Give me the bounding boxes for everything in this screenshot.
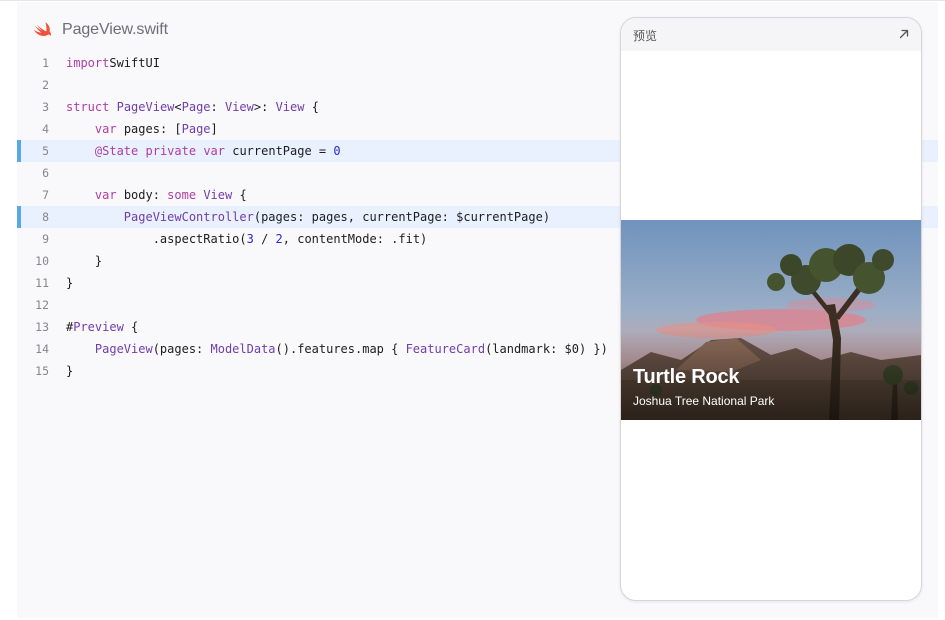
arrow-up-right-icon[interactable] bbox=[897, 27, 911, 41]
code-token: Page bbox=[181, 100, 211, 114]
code-token: (landmark: $0) }) bbox=[485, 342, 608, 356]
code-token: .aspectRatio( bbox=[66, 232, 247, 246]
line-code: PageViewController(pages: pages, current… bbox=[66, 206, 550, 228]
code-token: PageViewController bbox=[123, 210, 254, 224]
landmark-image bbox=[621, 220, 921, 420]
code-token: { bbox=[232, 188, 247, 202]
line-number: 7 bbox=[42, 188, 49, 202]
code-token: PageView bbox=[116, 100, 175, 114]
line-number: 8 bbox=[42, 210, 49, 224]
code-token: } bbox=[66, 276, 74, 290]
code-token: var bbox=[94, 122, 117, 136]
line-code: importSwiftUI bbox=[66, 52, 160, 74]
code-token: >: bbox=[253, 100, 276, 114]
code-token: : bbox=[210, 100, 225, 114]
line-number: 3 bbox=[42, 100, 49, 114]
code-token: 0 bbox=[333, 144, 341, 158]
line-number: 15 bbox=[35, 364, 49, 378]
line-code: struct PageView<Page: View>: View { bbox=[66, 96, 319, 118]
line-number: 2 bbox=[42, 78, 49, 92]
top-divider bbox=[0, 0, 945, 1]
code-token: private bbox=[145, 144, 197, 158]
line-number: 10 bbox=[35, 254, 49, 268]
code-token: import bbox=[66, 56, 110, 70]
code-token: struct bbox=[66, 100, 110, 114]
line-number: 4 bbox=[42, 122, 49, 136]
line-number: 12 bbox=[35, 298, 49, 312]
code-token: } bbox=[66, 364, 74, 378]
file-name: PageView.swift bbox=[62, 21, 168, 38]
preview-header: 预览 bbox=[621, 18, 921, 51]
line-code: #Preview { bbox=[66, 316, 138, 338]
code-token: 2 bbox=[275, 232, 283, 246]
code-token: (pages: pages, currentPage: $currentPage… bbox=[253, 210, 551, 224]
code-token: Page bbox=[181, 122, 211, 136]
code-token: View bbox=[275, 100, 305, 114]
preview-title: 预览 bbox=[633, 29, 658, 43]
line-code: } bbox=[66, 272, 73, 294]
code-token: View bbox=[224, 100, 254, 114]
line-number: 6 bbox=[42, 166, 49, 180]
code-token: PageView bbox=[94, 342, 153, 356]
file-header: PageView.swift bbox=[33, 19, 168, 41]
code-token: @State bbox=[94, 144, 139, 158]
code-token: ] bbox=[210, 122, 218, 136]
line-number: 11 bbox=[35, 276, 49, 290]
card-title: Turtle Rock bbox=[633, 366, 740, 388]
code-token: < bbox=[174, 100, 182, 114]
code-token: var bbox=[94, 188, 117, 202]
code-token: { bbox=[123, 320, 139, 334]
code-token: 3 bbox=[246, 232, 254, 246]
code-token: body: bbox=[116, 188, 168, 202]
code-token: , contentMode: .fit) bbox=[282, 232, 428, 246]
code-token: ().features.map { bbox=[275, 342, 406, 356]
code-token: } bbox=[66, 254, 103, 268]
swift-icon bbox=[33, 22, 52, 37]
code-token: View bbox=[203, 188, 233, 202]
code-token: var bbox=[203, 144, 225, 158]
line-code: PageView(pages: ModelData().features.map… bbox=[66, 338, 608, 360]
code-token: ModelData bbox=[210, 342, 276, 356]
line-code: var pages: [Page] bbox=[66, 118, 218, 140]
code-token: FeatureCard bbox=[405, 342, 486, 356]
line-code: @State private var currentPage = 0 bbox=[66, 140, 341, 162]
preview-panel: 预览 Turtle Rock Joshua Tree National Park bbox=[620, 17, 922, 601]
code-token: currentPage = bbox=[225, 144, 334, 158]
code-token: (pages: bbox=[152, 342, 211, 356]
line-number: 5 bbox=[42, 144, 49, 158]
code-token: Preview bbox=[73, 320, 124, 334]
line-code: } bbox=[66, 250, 102, 272]
line-code: var body: some View { bbox=[66, 184, 247, 206]
line-number: 14 bbox=[35, 342, 49, 356]
line-number: 1 bbox=[42, 56, 49, 70]
code-token: { bbox=[304, 100, 319, 114]
line-code: .aspectRatio(3 / 2, contentMode: .fit) bbox=[66, 228, 428, 250]
code-token: pages: [ bbox=[116, 122, 182, 136]
line-number: 9 bbox=[42, 232, 49, 246]
line-number: 13 bbox=[35, 320, 49, 334]
card-subtitle: Joshua Tree National Park bbox=[633, 394, 775, 408]
code-token: SwiftUI bbox=[109, 56, 160, 70]
feature-card[interactable]: Turtle Rock Joshua Tree National Park bbox=[621, 220, 921, 420]
code-token: / bbox=[253, 232, 276, 246]
line-code: } bbox=[66, 360, 73, 382]
code-token: some bbox=[167, 188, 197, 202]
